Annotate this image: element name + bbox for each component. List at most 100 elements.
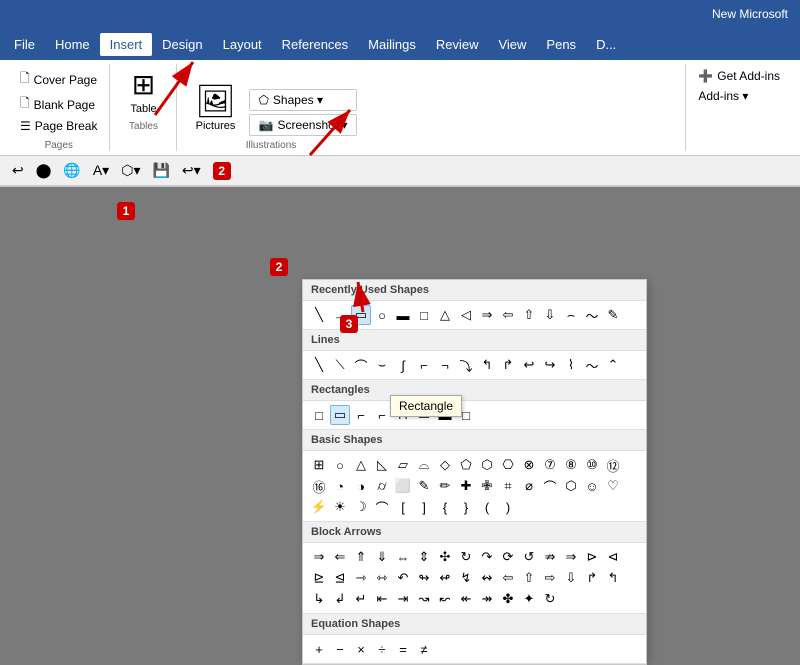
ba12[interactable]: ⇏	[540, 547, 560, 567]
rect3[interactable]: ⌐	[351, 405, 371, 425]
bs24[interactable]: ✙	[477, 476, 497, 496]
bs35[interactable]: [	[393, 497, 413, 517]
ba42[interactable]: ↻	[540, 589, 560, 609]
save-icon[interactable]: 💾	[148, 160, 173, 181]
bs32[interactable]: ☀	[330, 497, 350, 517]
line8[interactable]: ⤵	[456, 355, 476, 375]
bs11[interactable]: ⊗	[519, 455, 539, 475]
bs28[interactable]: ⬡	[561, 476, 581, 496]
ba2[interactable]: ⇐	[330, 547, 350, 567]
ba40[interactable]: ✤	[498, 589, 518, 609]
ba22[interactable]: ↫	[435, 568, 455, 588]
shape-rect3[interactable]: □	[414, 305, 434, 325]
shape-wave[interactable]: 〜	[582, 305, 602, 325]
bs20[interactable]: ⬜	[393, 476, 413, 496]
line12[interactable]: ↪	[540, 355, 560, 375]
bs30[interactable]: ♡	[603, 476, 623, 496]
menu-pens[interactable]: Pens	[536, 33, 586, 56]
menu-references[interactable]: References	[272, 33, 358, 56]
ba30[interactable]: ↰	[603, 568, 623, 588]
bs38[interactable]: }	[456, 497, 476, 517]
ba8[interactable]: ↻	[456, 547, 476, 567]
bs39[interactable]: (	[477, 497, 497, 517]
line11[interactable]: ↩	[519, 355, 539, 375]
menu-home[interactable]: Home	[45, 33, 100, 56]
get-addins-button[interactable]: ➕ Get Add-ins	[694, 68, 784, 84]
cursor-icon[interactable]: ⬤	[32, 160, 56, 181]
bs5[interactable]: ▱	[393, 455, 413, 475]
bs15[interactable]: ⑫	[603, 455, 623, 475]
bs34[interactable]: ⌒	[372, 497, 392, 517]
bs25[interactable]: ⌗	[498, 476, 518, 496]
ba20[interactable]: ↶	[393, 568, 413, 588]
shapes-button[interactable]: ⬠ Shapes ▾	[249, 89, 356, 111]
shape-line[interactable]: ╲	[309, 305, 329, 325]
shape-rect[interactable]: ▭	[351, 305, 371, 325]
bs14[interactable]: ⑩	[582, 455, 602, 475]
eq4[interactable]: ÷	[372, 639, 392, 659]
ba24[interactable]: ↭	[477, 568, 497, 588]
ba14[interactable]: ⊳	[582, 547, 602, 567]
bs6[interactable]: ⌓	[414, 455, 434, 475]
rect1[interactable]: □	[309, 405, 329, 425]
bs1[interactable]: ⊞	[309, 455, 329, 475]
bs10[interactable]: ⎔	[498, 455, 518, 475]
ba3[interactable]: ⇑	[351, 547, 371, 567]
blank-page-button[interactable]: 🗋 Blank Page	[16, 93, 101, 116]
table-button[interactable]: ⊞ Table	[118, 64, 168, 119]
bs26[interactable]: ⌀	[519, 476, 539, 496]
menu-review[interactable]: Review	[426, 33, 489, 56]
ba21[interactable]: ↬	[414, 568, 434, 588]
undo2-icon[interactable]: ↩▾	[178, 160, 205, 181]
ba34[interactable]: ⇤	[372, 589, 392, 609]
bs22[interactable]: ✏	[435, 476, 455, 496]
bs16[interactable]: ⑯	[309, 476, 329, 496]
menu-file[interactable]: File	[4, 33, 45, 56]
ba10[interactable]: ⟳	[498, 547, 518, 567]
ba6[interactable]: ⇕	[414, 547, 434, 567]
page-break-button[interactable]: ☰ Page Break	[16, 118, 101, 134]
undo-icon[interactable]: ↩	[8, 160, 28, 181]
shape-arr2[interactable]: ⇒	[477, 305, 497, 325]
line13[interactable]: ⌇	[561, 355, 581, 375]
ba38[interactable]: ↞	[456, 589, 476, 609]
menu-extra[interactable]: D...	[586, 33, 626, 56]
ba28[interactable]: ⇩	[561, 568, 581, 588]
bs9[interactable]: ⬡	[477, 455, 497, 475]
bs21[interactable]: ✎	[414, 476, 434, 496]
shape-arrow-right[interactable]: →	[330, 305, 350, 325]
eq3[interactable]: ×	[351, 639, 371, 659]
ba25[interactable]: ⇦	[498, 568, 518, 588]
line10[interactable]: ↱	[498, 355, 518, 375]
shape-free[interactable]: ✎	[603, 305, 623, 325]
shape-arc[interactable]: ⌢	[561, 305, 581, 325]
screenshot-button[interactable]: 📷 Screenshot ▾	[249, 114, 356, 136]
eq5[interactable]: =	[393, 639, 413, 659]
bs37[interactable]: {	[435, 497, 455, 517]
ba13[interactable]: ⇒	[561, 547, 581, 567]
shape-arr5[interactable]: ⇩	[540, 305, 560, 325]
ba29[interactable]: ↱	[582, 568, 602, 588]
ba9[interactable]: ↷	[477, 547, 497, 567]
ba23[interactable]: ↯	[456, 568, 476, 588]
shapes-icon2[interactable]: ⬡▾	[117, 160, 144, 181]
rect4[interactable]: ⌐	[372, 405, 392, 425]
ba33[interactable]: ↵	[351, 589, 371, 609]
bs7[interactable]: ◇	[435, 455, 455, 475]
ba19[interactable]: ⇿	[372, 568, 392, 588]
ba15[interactable]: ⊲	[603, 547, 623, 567]
text-format-icon[interactable]: A▾	[89, 160, 113, 181]
line14[interactable]: 〜	[582, 355, 602, 375]
globe-icon[interactable]: 🌐	[59, 160, 84, 181]
ba27[interactable]: ⇨	[540, 568, 560, 588]
ba41[interactable]: ✦	[519, 589, 539, 609]
ba36[interactable]: ↝	[414, 589, 434, 609]
ba18[interactable]: ⇾	[351, 568, 371, 588]
line5[interactable]: ∫	[393, 355, 413, 375]
menu-view[interactable]: View	[488, 33, 536, 56]
bs13[interactable]: ⑧	[561, 455, 581, 475]
ba31[interactable]: ↳	[309, 589, 329, 609]
line9[interactable]: ↰	[477, 355, 497, 375]
shape-rect2[interactable]: ▬	[393, 305, 413, 325]
rect-rounded[interactable]: ▭	[330, 405, 350, 425]
